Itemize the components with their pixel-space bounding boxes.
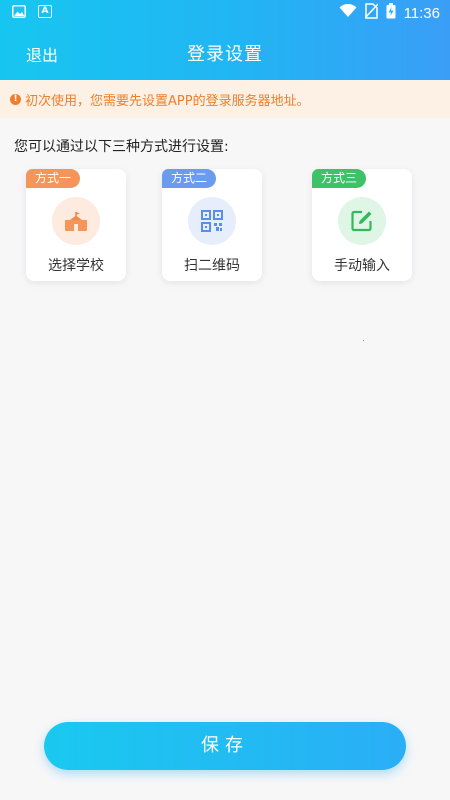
wifi-icon [339,3,357,22]
info-icon: ! [10,93,21,105]
method-label: 手动输入 [334,258,390,274]
method-card-manual[interactable]: 方式三 手动输入 [312,169,412,281]
instruction-text: 您可以通过以下三种方式进行设置: [14,139,229,155]
method-tag: 方式一 [26,169,81,188]
status-bar: A 11:36 [0,0,450,26]
image-icon [12,5,26,22]
method-tag: 方式三 [312,169,367,188]
save-button[interactable]: 保存 [44,722,406,770]
school-icon [52,197,100,245]
method-card-school[interactable]: 方式一 选择学校 [26,169,126,281]
a-icon: A [38,5,52,18]
no-sim-icon [364,3,379,23]
stray-dot [363,340,364,341]
qr-code-icon [188,197,236,245]
method-card-qr[interactable]: 方式二 扫二维码 [162,169,262,281]
page-title: 登录设置 [187,44,263,65]
method-tag: 方式二 [162,169,217,188]
method-label: 选择学校 [48,258,104,274]
header-bar: A 11:36 退出 登录设置 [0,0,450,80]
notice-banner: ! 初次使用，您需要先设置APP的登录服务器地址。 [0,80,450,118]
notice-text: 初次使用，您需要先设置APP的登录服务器地址。 [25,93,310,109]
battery-charging-icon [386,3,396,23]
status-time: 11:36 [403,4,440,22]
method-label: 扫二维码 [184,258,240,274]
edit-icon [338,197,386,245]
